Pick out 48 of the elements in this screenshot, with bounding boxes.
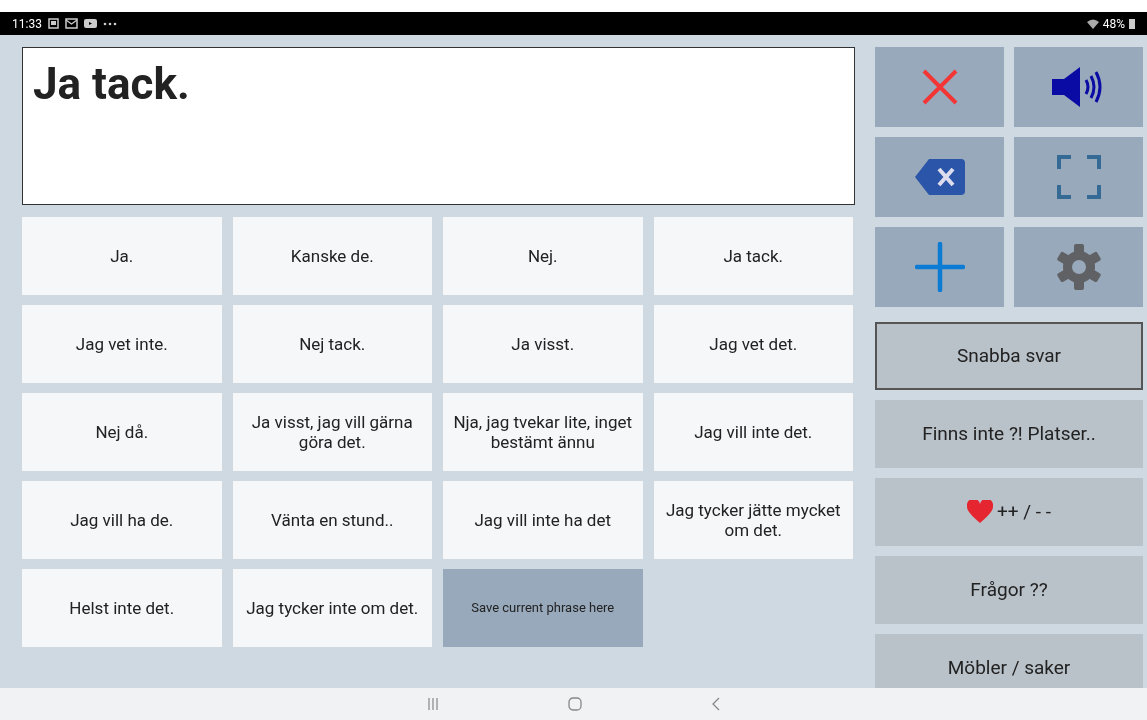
phrase-button[interactable]: Nja, jag tvekar lite, inget bestämt ännu bbox=[443, 393, 643, 471]
phrase-button[interactable]: Jag vill inte ha det bbox=[443, 481, 643, 559]
add-button[interactable] bbox=[875, 227, 1004, 307]
phrase-button[interactable]: Helst inte det. bbox=[22, 569, 222, 647]
backspace-button[interactable] bbox=[875, 137, 1004, 217]
category-button[interactable]: Finns inte ?! Platser.. bbox=[875, 400, 1143, 468]
clear-button[interactable] bbox=[875, 47, 1004, 127]
recent-apps-icon[interactable] bbox=[427, 698, 438, 710]
settings-icon bbox=[1054, 243, 1103, 291]
clear-icon bbox=[920, 68, 959, 106]
category-button[interactable]: Snabba svar bbox=[875, 322, 1143, 390]
mail-icon bbox=[64, 18, 78, 29]
more-icon bbox=[102, 21, 117, 26]
save-phrase-button[interactable]: Save current phrase here bbox=[443, 569, 643, 647]
phrase-button[interactable]: Nej då. bbox=[22, 393, 222, 471]
add-icon bbox=[914, 242, 965, 292]
speak-button[interactable] bbox=[1014, 47, 1143, 127]
phrase-button[interactable]: Ja tack. bbox=[653, 217, 853, 295]
category-button[interactable]: Möbler / saker bbox=[875, 634, 1143, 688]
category-button[interactable]: ++ / - - bbox=[875, 478, 1143, 546]
phrase-button[interactable]: Kanske de. bbox=[232, 217, 432, 295]
phrase-button[interactable]: Nej tack. bbox=[232, 305, 432, 383]
phrase-button[interactable]: Jag vet det. bbox=[653, 305, 853, 383]
home-icon[interactable] bbox=[567, 697, 582, 711]
phrase-button[interactable]: Ja visst. bbox=[443, 305, 643, 383]
phrase-button[interactable]: Jag vill inte det. bbox=[653, 393, 853, 471]
fullscreen-button[interactable] bbox=[1014, 137, 1143, 217]
back-icon[interactable] bbox=[711, 697, 720, 711]
phrase-button[interactable]: Vänta en stund.. bbox=[232, 481, 432, 559]
video-icon bbox=[83, 19, 97, 28]
battery-level: 48% bbox=[1102, 15, 1125, 33]
phrase-button[interactable]: Jag vill ha de. bbox=[22, 481, 222, 559]
phrase-button[interactable]: Jag tycker inte om det. bbox=[232, 569, 432, 647]
phrase-button[interactable]: Nej. bbox=[443, 217, 643, 295]
message-display[interactable]: Ja tack. bbox=[22, 47, 855, 205]
status-time: 11:33 bbox=[12, 15, 42, 33]
phrase-button[interactable]: Jag tycker jätte mycket om det. bbox=[653, 481, 853, 559]
settings-button[interactable] bbox=[1014, 227, 1143, 307]
phrase-button[interactable]: Ja. bbox=[22, 217, 222, 295]
fullscreen-icon bbox=[1056, 155, 1101, 199]
category-button[interactable]: Frågor ?? bbox=[875, 556, 1143, 624]
phrase-button[interactable]: Jag vet inte. bbox=[22, 305, 222, 383]
heart-icon bbox=[966, 500, 993, 524]
wifi-icon bbox=[1086, 18, 1099, 29]
phrase-button[interactable]: Ja visst, jag vill gärna göra det. bbox=[232, 393, 432, 471]
notification-icon bbox=[47, 18, 59, 29]
battery-icon bbox=[1129, 18, 1135, 29]
backspace-icon bbox=[914, 158, 965, 196]
